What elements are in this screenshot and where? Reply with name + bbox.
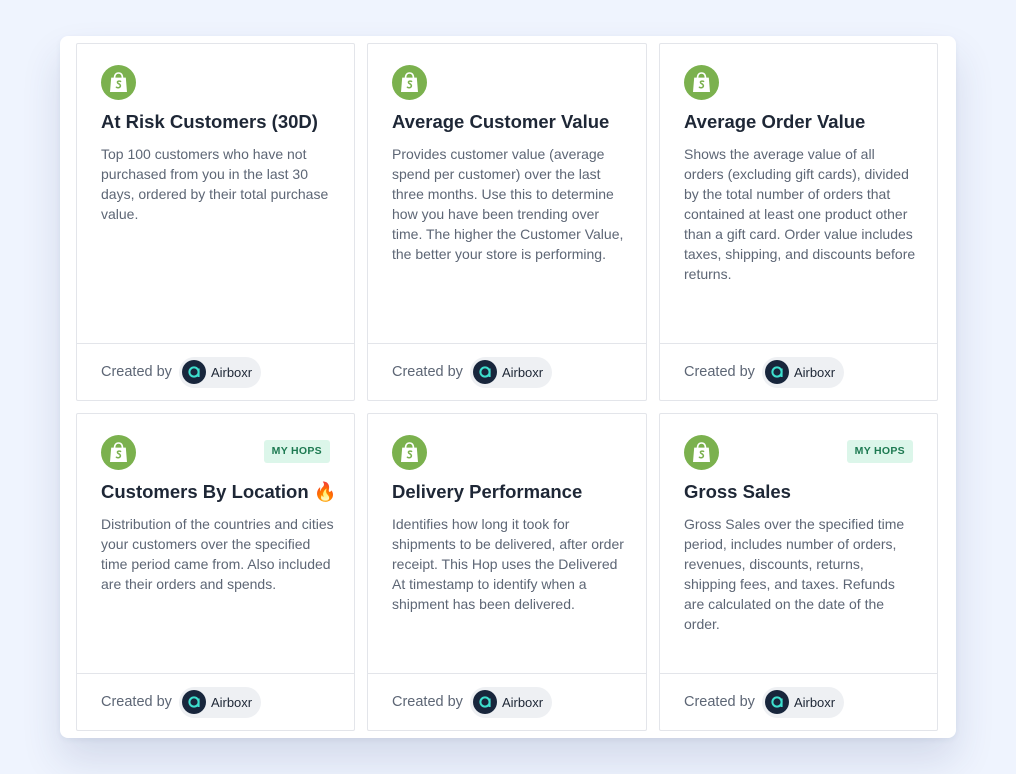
airboxr-logo-icon <box>472 690 497 714</box>
hop-card-title: At Risk Customers (30D) <box>101 111 318 132</box>
hop-card[interactable]: Delivery Performance Identifies how long… <box>367 413 647 731</box>
author-name: Airboxr <box>793 694 836 710</box>
my-hops-badge: MY HOPS <box>263 440 330 463</box>
hop-card-body: Average Customer Value Provides customer… <box>368 44 646 344</box>
author-name: Airboxr <box>210 694 253 710</box>
hop-card-footer: Created by Airboxr <box>368 673 646 730</box>
hop-card-description: Distribution of the countries and cities… <box>101 516 334 592</box>
hop-card-description: Identifies how long it took for shipment… <box>392 516 624 612</box>
created-by-label: Created by <box>684 364 755 380</box>
airboxr-logo-icon <box>764 690 789 714</box>
hop-card-title: Average Order Value <box>684 111 866 132</box>
created-by-label: Created by <box>684 694 755 710</box>
hop-card-footer: Created by Airboxr <box>77 343 354 400</box>
hop-card-footer: Created by Airboxr <box>660 673 937 730</box>
author-chip[interactable]: Airboxr <box>761 356 845 388</box>
hop-card[interactable]: Average Order Value Shows the average va… <box>659 43 938 401</box>
author-name: Airboxr <box>501 694 544 710</box>
hop-card-body: Delivery Performance Identifies how long… <box>368 414 646 674</box>
hop-card-title: Customers By Location 🔥 <box>101 481 337 502</box>
hop-card-description: Top 100 customers who have not purchased… <box>101 146 329 222</box>
shopify-icon <box>101 65 136 100</box>
airboxr-logo-icon <box>472 360 497 384</box>
author-chip[interactable]: Airboxr <box>469 686 553 718</box>
airboxr-logo-icon <box>181 690 206 714</box>
hop-card-body: MY HOPS Customers By Location 🔥 Distribu… <box>77 414 354 674</box>
created-by-label: Created by <box>101 364 172 380</box>
hop-card[interactable]: Average Customer Value Provides customer… <box>367 43 647 401</box>
created-by-label: Created by <box>392 364 463 380</box>
shopify-icon <box>392 65 427 100</box>
created-by-label: Created by <box>101 694 172 710</box>
airboxr-logo-icon <box>764 360 789 384</box>
shopify-icon <box>392 435 427 470</box>
hop-card-title: Delivery Performance <box>392 481 583 502</box>
shopify-icon <box>684 65 719 100</box>
hop-card-description: Gross Sales over the specified time peri… <box>684 516 905 632</box>
my-hops-badge: MY HOPS <box>846 440 913 463</box>
hop-card[interactable]: At Risk Customers (30D) Top 100 customer… <box>76 43 355 401</box>
hop-card-body: MY HOPS Gross Sales Gross Sales over the… <box>660 414 937 674</box>
author-name: Airboxr <box>501 364 544 380</box>
author-name: Airboxr <box>210 364 253 380</box>
author-name: Airboxr <box>793 364 836 380</box>
shopify-icon <box>684 435 719 470</box>
hop-card-title: Average Customer Value <box>392 111 610 132</box>
author-chip[interactable]: Airboxr <box>178 356 262 388</box>
hop-card[interactable]: MY HOPS Customers By Location 🔥 Distribu… <box>76 413 355 731</box>
author-chip[interactable]: Airboxr <box>178 686 262 718</box>
author-chip[interactable]: Airboxr <box>761 686 845 718</box>
hops-panel: At Risk Customers (30D) Top 100 customer… <box>60 36 956 738</box>
author-chip[interactable]: Airboxr <box>469 356 553 388</box>
hop-card-description: Provides customer value (average spend p… <box>392 146 624 262</box>
hop-card[interactable]: MY HOPS Gross Sales Gross Sales over the… <box>659 413 938 731</box>
hop-card-grid: At Risk Customers (30D) Top 100 customer… <box>76 43 938 731</box>
created-by-label: Created by <box>392 694 463 710</box>
hop-card-body: Average Order Value Shows the average va… <box>660 44 937 344</box>
hop-card-description: Shows the average value of all orders (e… <box>684 146 916 282</box>
shopify-icon <box>101 435 136 470</box>
hop-card-footer: Created by Airboxr <box>77 673 354 730</box>
airboxr-logo-icon <box>181 360 206 384</box>
hop-card-body: At Risk Customers (30D) Top 100 customer… <box>77 44 354 344</box>
hop-card-footer: Created by Airboxr <box>368 343 646 400</box>
hop-card-footer: Created by Airboxr <box>660 343 937 400</box>
hop-card-title: Gross Sales <box>684 481 791 502</box>
